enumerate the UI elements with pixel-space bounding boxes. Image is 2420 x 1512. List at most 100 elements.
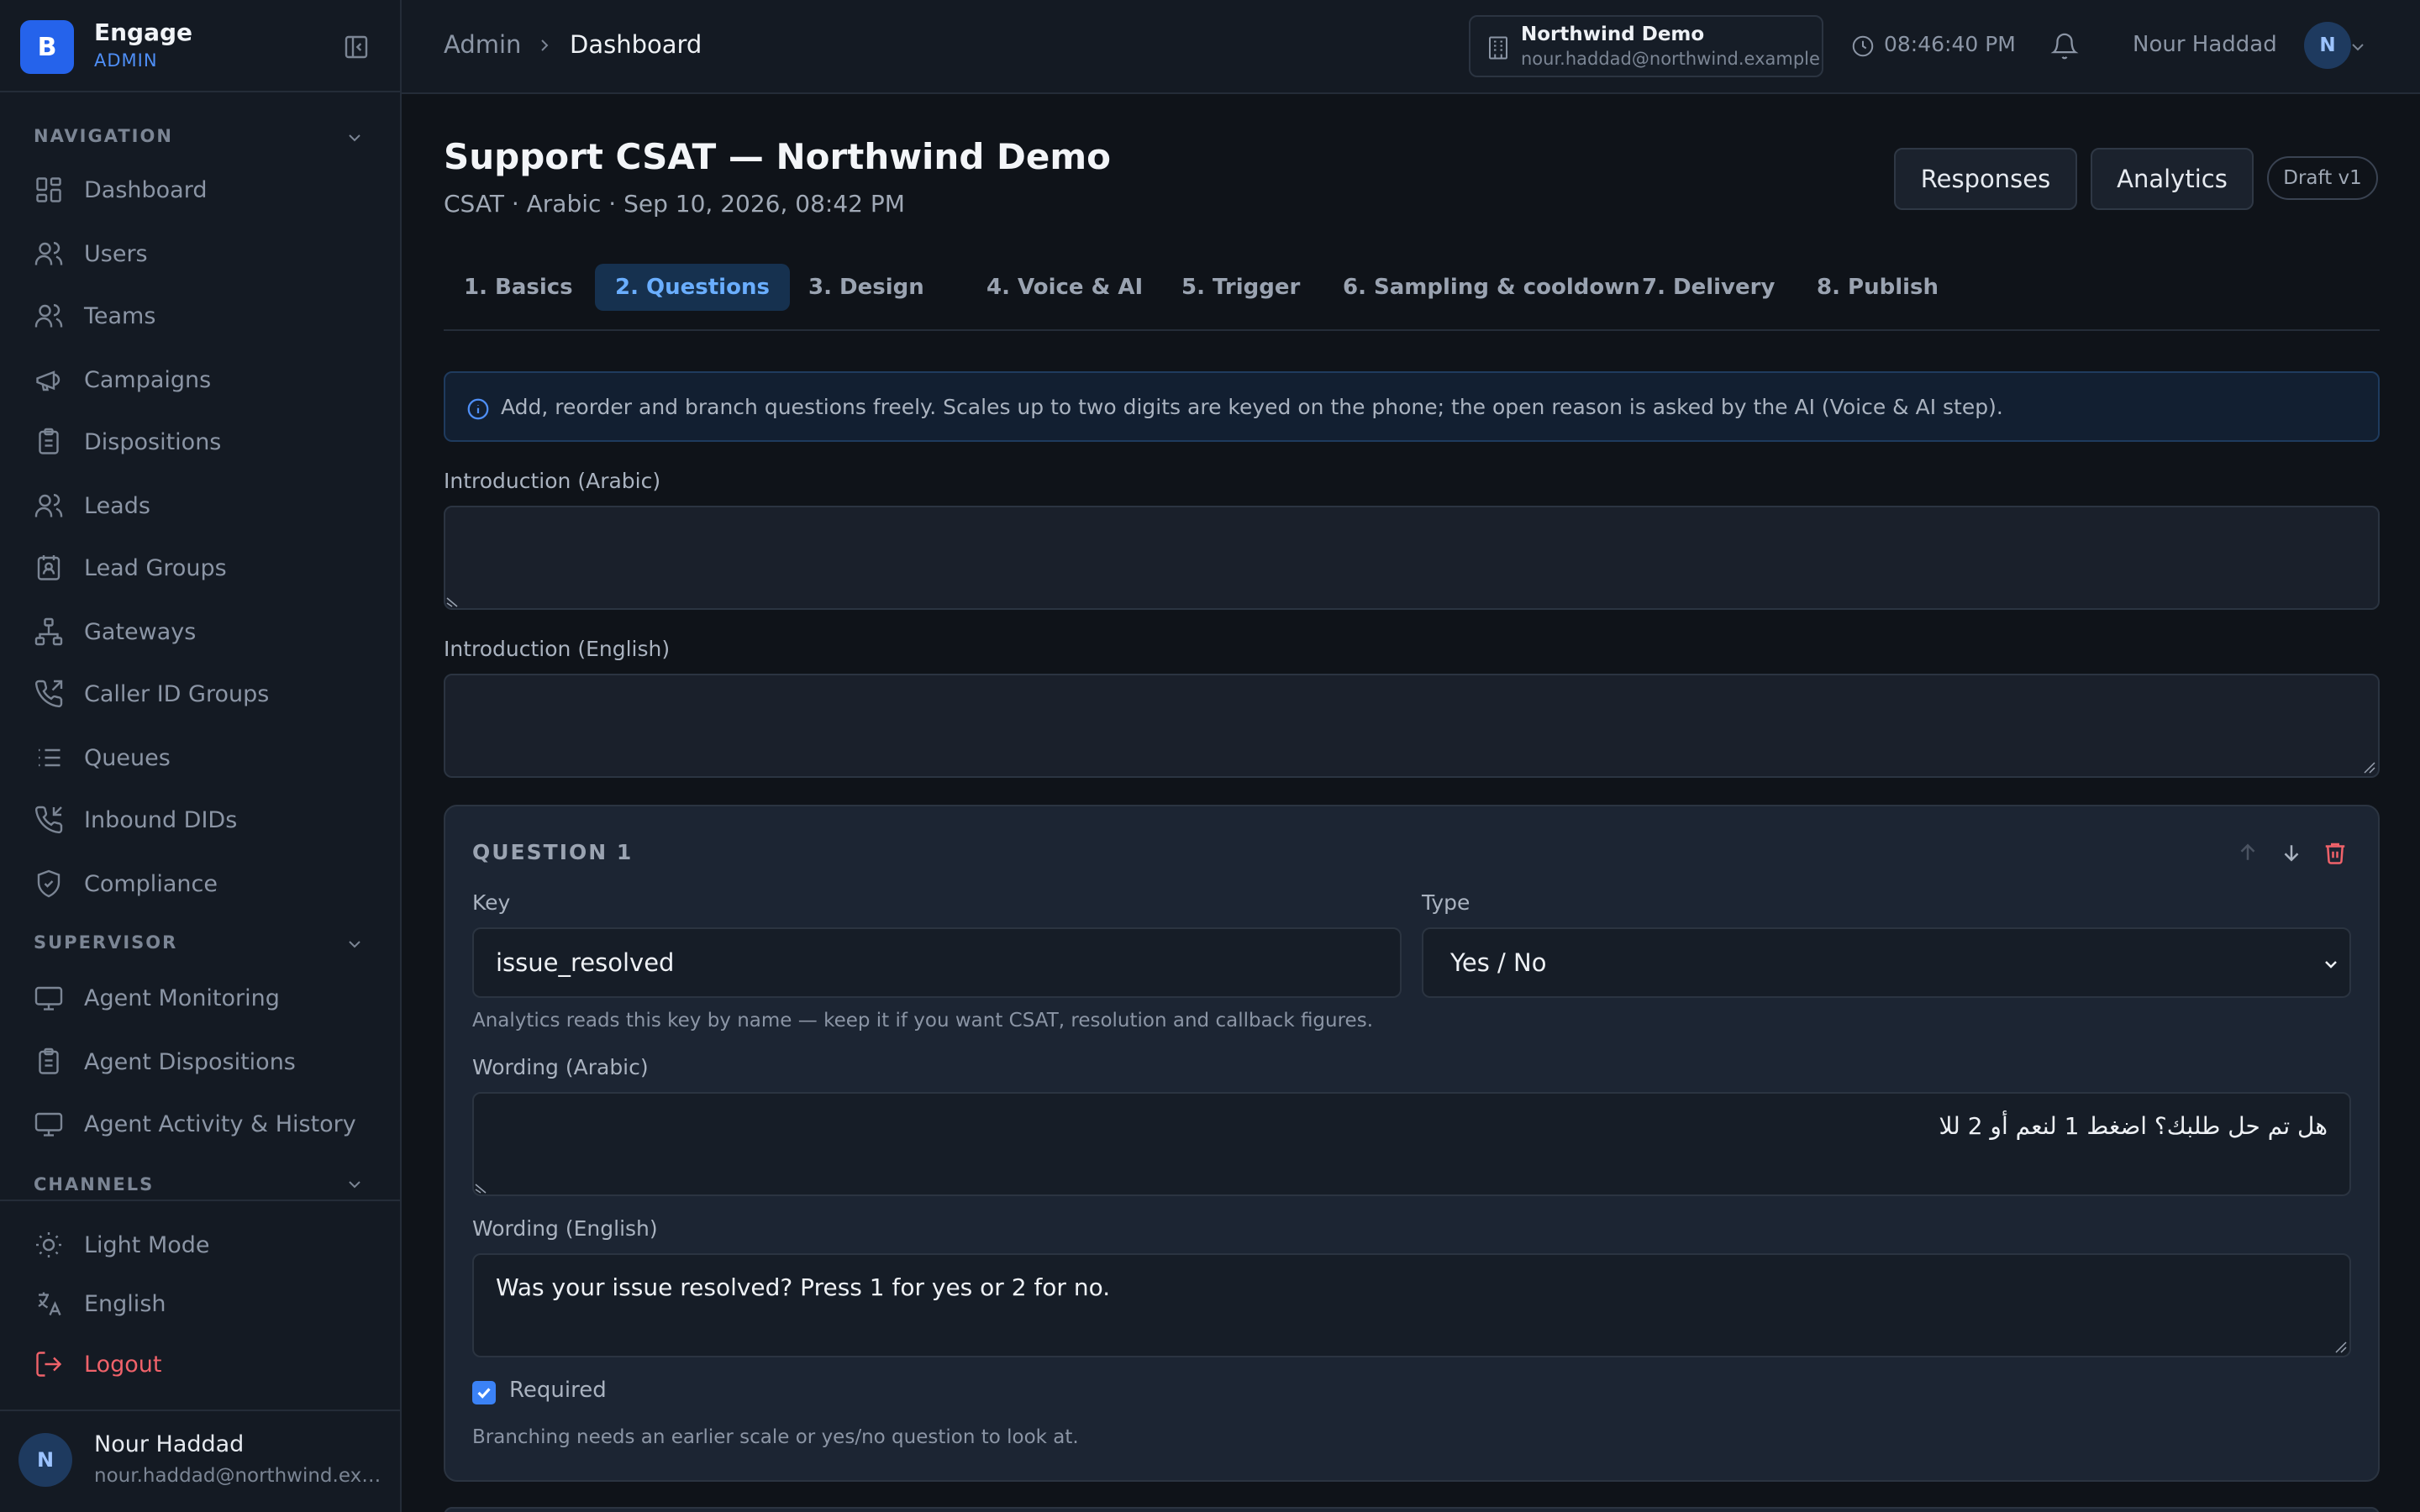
sidebar-item-agent-dispositions[interactable]: Agent Dispositions bbox=[34, 1038, 378, 1085]
sidebar-item-inbound-dids[interactable]: Inbound DIDs bbox=[34, 796, 378, 843]
topbar-user-name[interactable]: Nour Haddad bbox=[2133, 32, 2277, 57]
chevron-down-icon[interactable] bbox=[345, 934, 365, 954]
sidebar-divider bbox=[0, 1410, 400, 1411]
sidebar-item-queues[interactable]: Queues bbox=[34, 734, 378, 781]
brand-logo: B bbox=[20, 20, 74, 74]
breadcrumb-current: Dashboard bbox=[570, 30, 702, 59]
sidebar-item-campaigns[interactable]: Campaigns bbox=[34, 356, 378, 403]
sidebar-item-leads[interactable]: Leads bbox=[34, 482, 378, 529]
monitor-icon bbox=[34, 1112, 63, 1137]
tab-delivery[interactable]: 7. Delivery bbox=[1622, 264, 1795, 311]
sidebar: B Engage ADMIN NAVIGATION Dashboard User… bbox=[0, 0, 402, 1512]
resize-handle-icon[interactable] bbox=[474, 1181, 487, 1194]
sidebar-item-dispositions[interactable]: Dispositions bbox=[34, 418, 378, 465]
contact-card-icon bbox=[37, 555, 60, 580]
chevron-down-icon[interactable] bbox=[345, 128, 365, 148]
key-input[interactable]: issue_resolved bbox=[472, 927, 1402, 998]
type-label: Type bbox=[1422, 890, 1470, 915]
sidebar-item-agent-monitoring[interactable]: Agent Monitoring bbox=[34, 974, 378, 1021]
tab-publish[interactable]: 8. Publish bbox=[1797, 264, 1959, 311]
language-toggle[interactable]: English bbox=[34, 1280, 378, 1327]
arrow-down-icon[interactable] bbox=[2279, 840, 2304, 865]
avatar[interactable]: N bbox=[18, 1433, 72, 1487]
wording-arabic-field[interactable]: هل تم حل طلبك؟ اضغط 1 لنعم أو 2 للا bbox=[472, 1092, 2351, 1196]
sidebar-item-agent-activity[interactable]: Agent Activity & History bbox=[34, 1100, 378, 1147]
users-icon bbox=[34, 242, 63, 265]
brand-role: ADMIN bbox=[94, 50, 158, 71]
required-checkbox[interactable] bbox=[472, 1381, 496, 1404]
building-icon bbox=[1489, 36, 1507, 60]
chevron-right-icon bbox=[541, 39, 549, 51]
tenant-switcher[interactable]: Northwind Demo nour.haddad@northwind.exa… bbox=[1469, 15, 1823, 77]
sidebar-collapse-icon[interactable] bbox=[343, 34, 370, 60]
language-label: English bbox=[84, 1290, 166, 1317]
sidebar-user-email: nour.haddad@northwind.exa... bbox=[94, 1465, 388, 1487]
required-label[interactable]: Required bbox=[509, 1378, 607, 1403]
intro-english-label: Introduction (English) bbox=[444, 637, 671, 661]
sidebar-item-gateways[interactable]: Gateways bbox=[34, 608, 378, 655]
logout-button[interactable]: Logout bbox=[34, 1341, 378, 1388]
logout-label: Logout bbox=[84, 1351, 162, 1378]
wording-english-value: Was your issue resolved? Press 1 for yes… bbox=[496, 1273, 1111, 1301]
page-subtitle: CSAT · Arabic · Sep 10, 2026, 08:42 PM bbox=[444, 190, 905, 218]
tab-trigger[interactable]: 5. Trigger bbox=[1161, 264, 1320, 311]
sidebar-item-lead-groups[interactable]: Lead Groups bbox=[34, 544, 378, 591]
tenant-name: Northwind Demo bbox=[1521, 24, 1705, 45]
resize-handle-icon[interactable] bbox=[2363, 761, 2376, 774]
nav-section-navigation: NAVIGATION bbox=[34, 126, 173, 146]
chevron-down-icon[interactable] bbox=[2348, 37, 2368, 57]
sidebar-divider bbox=[0, 1200, 400, 1201]
key-hint: Analytics reads this key by name — keep … bbox=[472, 1010, 1374, 1032]
sidebar-item-label: Agent Monitoring bbox=[84, 984, 280, 1011]
clock-icon bbox=[1852, 35, 1874, 57]
sidebar-item-label: Gateways bbox=[84, 618, 197, 645]
breadcrumb-admin[interactable]: Admin bbox=[444, 30, 521, 59]
sidebar-item-dashboard[interactable]: Dashboard bbox=[34, 166, 378, 213]
resize-handle-icon[interactable] bbox=[2334, 1341, 2348, 1354]
light-mode-toggle[interactable]: Light Mode bbox=[34, 1221, 378, 1268]
leads-icon bbox=[34, 494, 63, 517]
sidebar-item-label: Agent Dispositions bbox=[84, 1048, 296, 1075]
check-icon bbox=[477, 1388, 491, 1399]
status-badge: Draft v1 bbox=[2267, 156, 2378, 200]
trash-icon[interactable] bbox=[2323, 840, 2348, 865]
wizard-steps: 1. Basics 2. Questions 3. Design 4. Voic… bbox=[444, 260, 2380, 331]
chevron-down-icon[interactable] bbox=[345, 1174, 365, 1194]
type-select[interactable]: Yes / No bbox=[1422, 927, 2351, 998]
sidebar-item-compliance[interactable]: Compliance bbox=[34, 860, 378, 907]
intro-arabic-field[interactable] bbox=[444, 506, 2380, 610]
phone-outgoing-icon bbox=[34, 680, 63, 708]
tab-design[interactable]: 3. Design bbox=[788, 264, 944, 311]
type-select-value: Yes / No bbox=[1450, 948, 1547, 977]
nav-section-supervisor: SUPERVISOR bbox=[34, 932, 178, 953]
intro-english-field[interactable] bbox=[444, 674, 2380, 778]
arrow-up-icon[interactable] bbox=[2235, 840, 2260, 865]
sidebar-item-caller-id-groups[interactable]: Caller ID Groups bbox=[34, 670, 378, 717]
sidebar-item-label: Users bbox=[84, 240, 148, 267]
sidebar-item-label: Campaigns bbox=[84, 366, 212, 393]
topbar: Admin Dashboard Northwind Demo nour.hadd… bbox=[402, 0, 2420, 94]
tab-questions[interactable]: 2. Questions bbox=[595, 264, 790, 311]
tenant-email: nour.haddad@northwind.example bbox=[1521, 49, 1820, 69]
avatar[interactable]: N bbox=[2304, 22, 2351, 69]
wording-english-label: Wording (English) bbox=[472, 1216, 658, 1241]
sidebar-item-teams[interactable]: Teams bbox=[34, 292, 378, 339]
tab-basics[interactable]: 1. Basics bbox=[444, 264, 593, 311]
light-mode-label: Light Mode bbox=[84, 1231, 210, 1258]
responses-button[interactable]: Responses bbox=[1894, 148, 2077, 210]
sidebar-item-label: Agent Activity & History bbox=[84, 1110, 356, 1137]
wording-english-field[interactable]: Was your issue resolved? Press 1 for yes… bbox=[472, 1253, 2351, 1357]
sidebar-item-users[interactable]: Users bbox=[34, 230, 378, 277]
intro-arabic-label: Introduction (Arabic) bbox=[444, 469, 661, 493]
analytics-button[interactable]: Analytics bbox=[2091, 148, 2254, 210]
tab-sampling-cooldown[interactable]: 6. Sampling & cooldown bbox=[1323, 264, 1660, 311]
wording-arabic-value: هل تم حل طلبك؟ اضغط 1 لنعم أو 2 للا bbox=[1939, 1112, 2328, 1140]
bell-icon[interactable] bbox=[2050, 32, 2079, 60]
sidebar-item-label: Queues bbox=[84, 744, 171, 771]
resize-handle-icon[interactable] bbox=[445, 595, 459, 608]
tab-voice-ai[interactable]: 4. Voice & AI bbox=[966, 264, 1163, 311]
chevron-down-icon bbox=[2325, 961, 2337, 969]
list-icon bbox=[39, 748, 60, 767]
sidebar-item-label: Lead Groups bbox=[84, 554, 227, 581]
clipboard-icon bbox=[39, 1047, 59, 1074]
